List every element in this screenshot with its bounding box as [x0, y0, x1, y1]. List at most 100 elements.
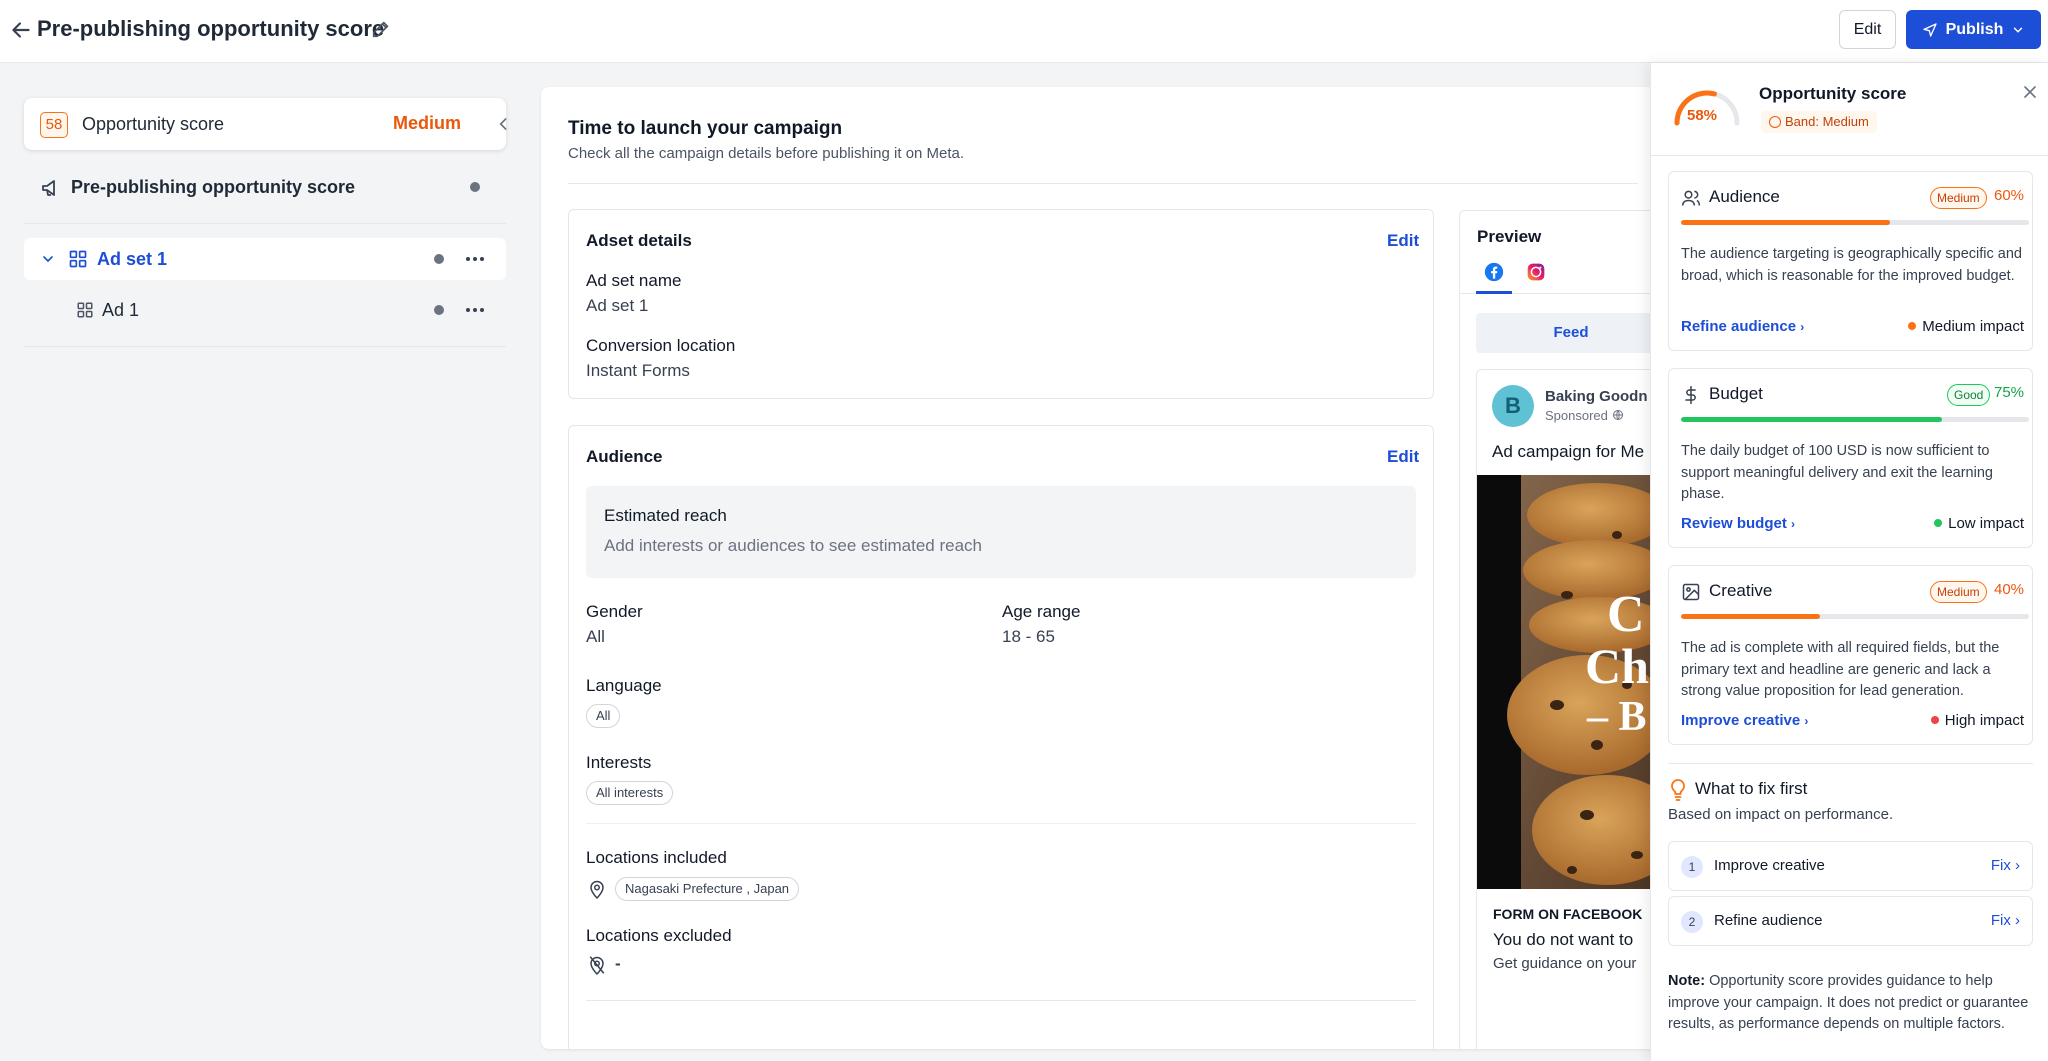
impact-text: Medium impact — [1922, 318, 2024, 335]
criterion-percent: 75% — [1994, 384, 2025, 401]
sidebar-item-label: Ad set 1 — [97, 249, 168, 269]
more-options-icon[interactable] — [464, 254, 486, 264]
sidebar-item-ad[interactable]: Ad 1 — [24, 289, 506, 347]
section-title: Adset details — [586, 231, 692, 250]
criterion-progress-fill — [1681, 417, 1942, 422]
facebook-icon[interactable] — [1484, 262, 1504, 282]
chevron-right-icon: › — [1804, 714, 1809, 728]
page-title: Pre-publishing opportunity score — [37, 16, 385, 41]
note-text: Opportunity score provides guidance to h… — [1668, 973, 2029, 1032]
criterion-progress-fill — [1681, 614, 1821, 619]
improve-creative-link[interactable]: Improve creative › — [1681, 712, 1808, 729]
criterion-percent: 60% — [1994, 187, 2025, 204]
impact-dot — [1930, 716, 1939, 724]
band-badge: Band: Medium — [1761, 111, 1877, 133]
sidebar-item-adset[interactable]: Ad set 1 — [24, 238, 506, 280]
chevron-right-icon: › — [1791, 517, 1796, 531]
opportunity-score-card[interactable]: 58 Opportunity score Medium — [24, 98, 507, 150]
criterion-name: Budget — [1709, 384, 1763, 403]
pencil-icon[interactable] — [370, 18, 392, 40]
lightbulb-icon — [1671, 779, 1685, 801]
conversion-location-value: Instant Forms — [586, 361, 690, 380]
score-percent: 58% — [1687, 107, 1718, 124]
edit-button[interactable]: Edit — [1839, 10, 1896, 49]
ad-headline: You do not want to — [1493, 930, 1634, 949]
fix-item[interactable]: 1 Improve creative Fix › — [1668, 841, 2033, 891]
refine-audience-link[interactable]: Refine audience › — [1681, 318, 1804, 335]
criterion-progress-track — [1681, 220, 2029, 225]
publish-button[interactable]: Publish — [1906, 10, 2041, 49]
estimated-reach-hint: Add interests or audiences to see estima… — [604, 536, 982, 555]
band-text: Band: Medium — [1785, 114, 1869, 129]
criterion-badge: Medium — [1930, 581, 1987, 603]
impact-label: Medium impact — [1908, 318, 2024, 335]
users-icon — [1681, 190, 1701, 206]
cookie-ad-image: C Ch – B — [1477, 475, 1656, 889]
form-label: FORM ON FACEBOOK — [1493, 906, 1643, 922]
criterion-progress-fill — [1681, 220, 1890, 225]
tab-feed[interactable]: Feed — [1476, 313, 1656, 353]
review-budget-link[interactable]: Review budget › — [1681, 515, 1795, 532]
action-label: Review budget — [1681, 515, 1787, 532]
ad-image-headline-2: Ch — [1585, 638, 1649, 694]
impact-text: High impact — [1944, 712, 2024, 729]
section-title: Audience — [586, 447, 663, 466]
fix-first-title: What to fix first — [1695, 779, 1808, 798]
locations-included-label: Locations included — [586, 848, 727, 867]
more-options-icon[interactable] — [464, 305, 486, 315]
chevron-down-icon[interactable] — [40, 251, 56, 267]
sidebar-item-label: Pre-publishing opportunity score — [71, 177, 356, 197]
avatar: B — [1492, 385, 1534, 427]
locations-excluded-label: Locations excluded — [586, 926, 732, 945]
main-title: Time to launch your campaign — [568, 118, 843, 139]
gender-label: Gender — [586, 602, 643, 621]
divider — [568, 183, 1638, 184]
criterion-progress-track — [1681, 614, 2029, 619]
band-ring-icon — [1769, 116, 1781, 128]
divider — [1668, 763, 2033, 764]
criterion-percent: 40% — [1994, 581, 2025, 598]
chevron-left-icon[interactable] — [494, 114, 514, 134]
ad-image-headline-1: C — [1607, 586, 1645, 643]
close-icon[interactable] — [2023, 85, 2037, 99]
top-bar: Pre-publishing opportunity score Edit Pu… — [0, 0, 2048, 63]
chevron-down-icon — [2014, 27, 2023, 33]
criterion-progress-track — [1681, 417, 2029, 422]
criterion-badge: Medium — [1930, 187, 1987, 209]
grid-icon — [69, 250, 87, 268]
score-label: Opportunity score — [82, 114, 225, 134]
back-arrow-icon[interactable] — [8, 17, 34, 43]
campaign-review-card: Time to launch your campaign Check all t… — [541, 87, 1656, 1049]
estimated-reach-box: Estimated reach Add interests or audienc… — [586, 486, 1416, 578]
criterion-budget: Budget Good 75% The daily budget of 100 … — [1668, 368, 2033, 548]
impact-dot — [1908, 322, 1917, 330]
estimated-reach-label: Estimated reach — [604, 506, 727, 525]
fix-item[interactable]: 2 Refine audience Fix › — [1668, 896, 2033, 946]
criterion-description: The ad is complete with all required fie… — [1681, 640, 2000, 699]
language-chip: All — [586, 704, 621, 728]
edit-audience-link[interactable]: Edit — [1387, 447, 1419, 467]
divider — [586, 823, 1416, 824]
fix-first-subtitle: Based on impact on performance. — [1668, 806, 1894, 823]
interests-label: Interests — [586, 753, 652, 772]
globe-icon — [1612, 410, 1623, 420]
fix-label: Improve creative — [1714, 857, 1825, 874]
ad-preview-card: B Baking Goodn Sponsored Ad campaign for… — [1476, 369, 1656, 1049]
sidebar-item-prepublishing[interactable]: Pre-publishing opportunity score — [24, 166, 506, 224]
locations-excluded-value: - — [615, 954, 621, 973]
grid-icon — [77, 302, 93, 318]
ad-description: Get guidance on your — [1493, 955, 1637, 972]
status-dot — [470, 182, 480, 192]
instagram-icon[interactable] — [1526, 262, 1546, 282]
divider — [586, 1000, 1416, 1001]
sponsored-text: Sponsored — [1545, 408, 1608, 423]
fix-link-text: Fix — [1990, 857, 2011, 874]
fix-link[interactable]: Fix › — [1991, 912, 2020, 929]
preview-title: Preview — [1477, 227, 1542, 246]
fix-link[interactable]: Fix › — [1991, 857, 2020, 874]
language-label: Language — [586, 676, 662, 695]
edit-adset-link[interactable]: Edit — [1387, 231, 1419, 251]
audience-section: Audience Edit Estimated reach Add intere… — [568, 425, 1434, 1049]
panel-title: Opportunity score — [1759, 84, 1907, 103]
age-range-value: 18 - 65 — [1002, 627, 1055, 646]
